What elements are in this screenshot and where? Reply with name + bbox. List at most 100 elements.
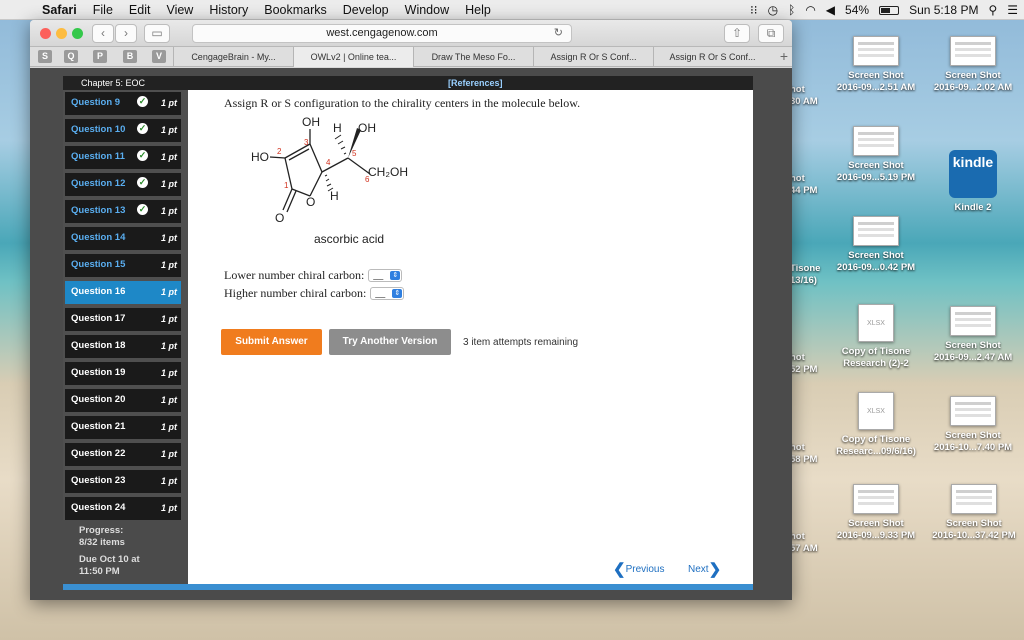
time-machine-icon[interactable]: ◷ <box>768 3 778 17</box>
checkmark-icon: ✓ <box>137 123 148 134</box>
desktop-icon-screenshot[interactable]: Screen Shot 2016-09...9.33 PM <box>832 484 920 542</box>
file-thumbnail-icon <box>950 306 996 336</box>
chapter-bar: Chapter 5: EOC [References] <box>63 76 753 90</box>
desktop-icon-screenshot[interactable]: Screen Shot 2016-09...5.19 PM <box>836 126 916 184</box>
minimize-window-button[interactable] <box>56 28 67 39</box>
label-ho: HO <box>251 150 269 164</box>
new-tab-button[interactable]: + <box>780 49 788 63</box>
higher-chiral-select[interactable]: __ ⇕ <box>370 287 405 300</box>
status-icon[interactable]: ⁝⁝ <box>750 3 758 17</box>
question-points: 1 pt <box>161 449 178 459</box>
carbon-number-3: 3 <box>304 138 309 147</box>
menu-file[interactable]: File <box>85 3 121 17</box>
references-link[interactable]: [References] <box>448 76 503 90</box>
checkmark-icon: ✓ <box>137 204 148 215</box>
lower-chiral-select[interactable]: __ ⇕ <box>368 269 403 282</box>
desktop-icon-screenshot[interactable]: Screen Shot 2016-09...2.47 AM <box>928 306 1018 364</box>
close-window-button[interactable] <box>40 28 51 39</box>
reload-icon[interactable]: ↻ <box>554 25 563 42</box>
menu-history[interactable]: History <box>201 3 256 17</box>
address-bar[interactable]: west.cengagenow.com ↻ <box>192 24 572 43</box>
desktop-icon-xlsx[interactable]: XLSX Copy of Tisone Research (2)-2 <box>832 304 920 370</box>
tab-cengagebrain[interactable]: CengageBrain - My... <box>173 47 293 67</box>
desktop-partial-label[interactable]: Tisone 13/16) <box>790 263 820 287</box>
desktop-icon-screenshot[interactable]: Screen Shot 2016-09...2.51 AM <box>836 36 916 94</box>
zoom-window-button[interactable] <box>72 28 83 39</box>
question-points: 1 pt <box>161 287 178 297</box>
battery-icon[interactable] <box>879 5 900 15</box>
question-points: 1 pt <box>161 341 178 351</box>
desktop-partial-label[interactable]: hot 57 AM <box>790 531 818 555</box>
menu-develop[interactable]: Develop <box>335 3 397 17</box>
menu-help[interactable]: Help <box>457 3 499 17</box>
volume-icon[interactable]: ◀ <box>826 3 835 17</box>
molecule-name: ascorbic acid <box>314 232 384 246</box>
show-tabs-icon[interactable]: ⧉ <box>758 24 784 43</box>
due-date-line2: 11:50 PM <box>79 566 120 577</box>
question-label: Question 12 <box>71 178 126 189</box>
question-prompt: Assign R or S configuration to the chira… <box>224 96 581 110</box>
question-points: 1 pt <box>161 260 178 270</box>
battery-percent[interactable]: 54% <box>845 3 869 17</box>
favorite-s[interactable]: S <box>38 50 52 63</box>
tab-assign-r-or-s-2[interactable]: Assign R Or S Conf... <box>653 47 771 67</box>
desktop-partial-label[interactable]: hot 30 AM <box>790 84 818 108</box>
favorite-p[interactable]: P <box>93 50 107 63</box>
desktop-icon-screenshot[interactable]: Screen Shot 2016-10...7.40 PM <box>928 396 1018 454</box>
desktop-icon-xlsx[interactable]: XLSX Copy of Tisone Researc...09/6/16) <box>832 392 920 458</box>
file-thumbnail-icon <box>853 36 899 66</box>
try-another-version-button[interactable]: Try Another Version <box>329 329 451 355</box>
question-label: Question 11 <box>71 151 125 162</box>
tab-assign-r-or-s-1[interactable]: Assign R Or S Conf... <box>533 47 653 67</box>
question-points: 1 pt <box>161 125 178 135</box>
wifi-icon[interactable]: ◠ <box>805 3 815 17</box>
question-points: 1 pt <box>161 233 178 243</box>
previous-link[interactable]: ❮Previous <box>613 560 664 578</box>
higher-chiral-row: Higher number chiral carbon: __ ⇕ <box>224 286 405 301</box>
menu-bookmarks[interactable]: Bookmarks <box>256 3 335 17</box>
bluetooth-icon[interactable]: ᛒ <box>788 3 795 17</box>
notification-center-icon[interactable]: ☰ <box>1007 3 1018 17</box>
spotlight-icon[interactable]: ⚲ <box>988 3 997 17</box>
question-label: Question 21 <box>71 421 126 432</box>
favorite-q[interactable]: Q <box>64 50 78 63</box>
tab-owlv2[interactable]: OWLv2 | Online tea... <box>293 47 413 67</box>
sidebar-toggle-icon[interactable]: ▭ <box>144 24 170 43</box>
menu-bar: Safari File Edit View History Bookmarks … <box>0 0 1024 20</box>
tab-draw-meso[interactable]: Draw The Meso Fo... <box>413 47 533 67</box>
xlsx-file-icon: XLSX <box>858 392 894 430</box>
share-icon[interactable]: ⇧ <box>724 24 750 43</box>
url-text: west.cengagenow.com <box>326 27 438 39</box>
submit-answer-button[interactable]: Submit Answer <box>221 329 322 355</box>
back-button[interactable]: ‹ <box>92 24 114 43</box>
desktop-icon-screenshot[interactable]: Screen Shot 2016-10...37.42 PM <box>928 484 1020 542</box>
progress-info: Progress: 8/32 items Due Oct 10 at 11:50… <box>79 525 140 578</box>
question-points: 1 pt <box>161 152 178 162</box>
attempts-remaining: 3 item attempts remaining <box>463 337 579 348</box>
label-ring-o: O <box>306 195 315 209</box>
checkmark-icon: ✓ <box>137 96 148 107</box>
desktop-icon-screenshot[interactable]: Screen Shot 2016-09...2.02 AM <box>928 36 1018 94</box>
menu-edit[interactable]: Edit <box>121 3 159 17</box>
favorite-v[interactable]: V <box>152 50 166 63</box>
menu-view[interactable]: View <box>158 3 201 17</box>
menu-window[interactable]: Window <box>397 3 457 17</box>
xlsx-file-icon: XLSX <box>858 304 894 342</box>
question-points: 1 pt <box>161 395 178 405</box>
desktop-partial-label[interactable]: hot 44 PM <box>790 173 817 197</box>
select-arrow-icon: ⇕ <box>390 271 401 280</box>
desktop-partial-label[interactable]: hot 52 PM <box>790 352 817 376</box>
desktop-partial-label[interactable]: hot 58 PM <box>790 442 817 466</box>
progress-value: 8/32 items <box>79 537 125 548</box>
carbon-number-2: 2 <box>277 147 282 156</box>
desktop-icon-screenshot[interactable]: Screen Shot 2016-09...0.42 PM <box>836 216 916 274</box>
checkmark-icon: ✓ <box>137 150 148 161</box>
chapter-title: Chapter 5: EOC <box>81 78 146 88</box>
menu-app-safari[interactable]: Safari <box>34 3 85 17</box>
desktop-icon-kindle[interactable]: kindle Kindle 2 <box>940 150 1006 214</box>
favorite-b[interactable]: B <box>123 50 137 63</box>
next-link[interactable]: Next❯ <box>688 560 721 578</box>
ascorbic-acid-structure: OH H OH HO CH₂OH O H O 1 2 3 4 5 6 ascor… <box>251 116 408 246</box>
forward-button[interactable]: › <box>115 24 137 43</box>
clock[interactable]: Sun 5:18 PM <box>909 3 978 17</box>
